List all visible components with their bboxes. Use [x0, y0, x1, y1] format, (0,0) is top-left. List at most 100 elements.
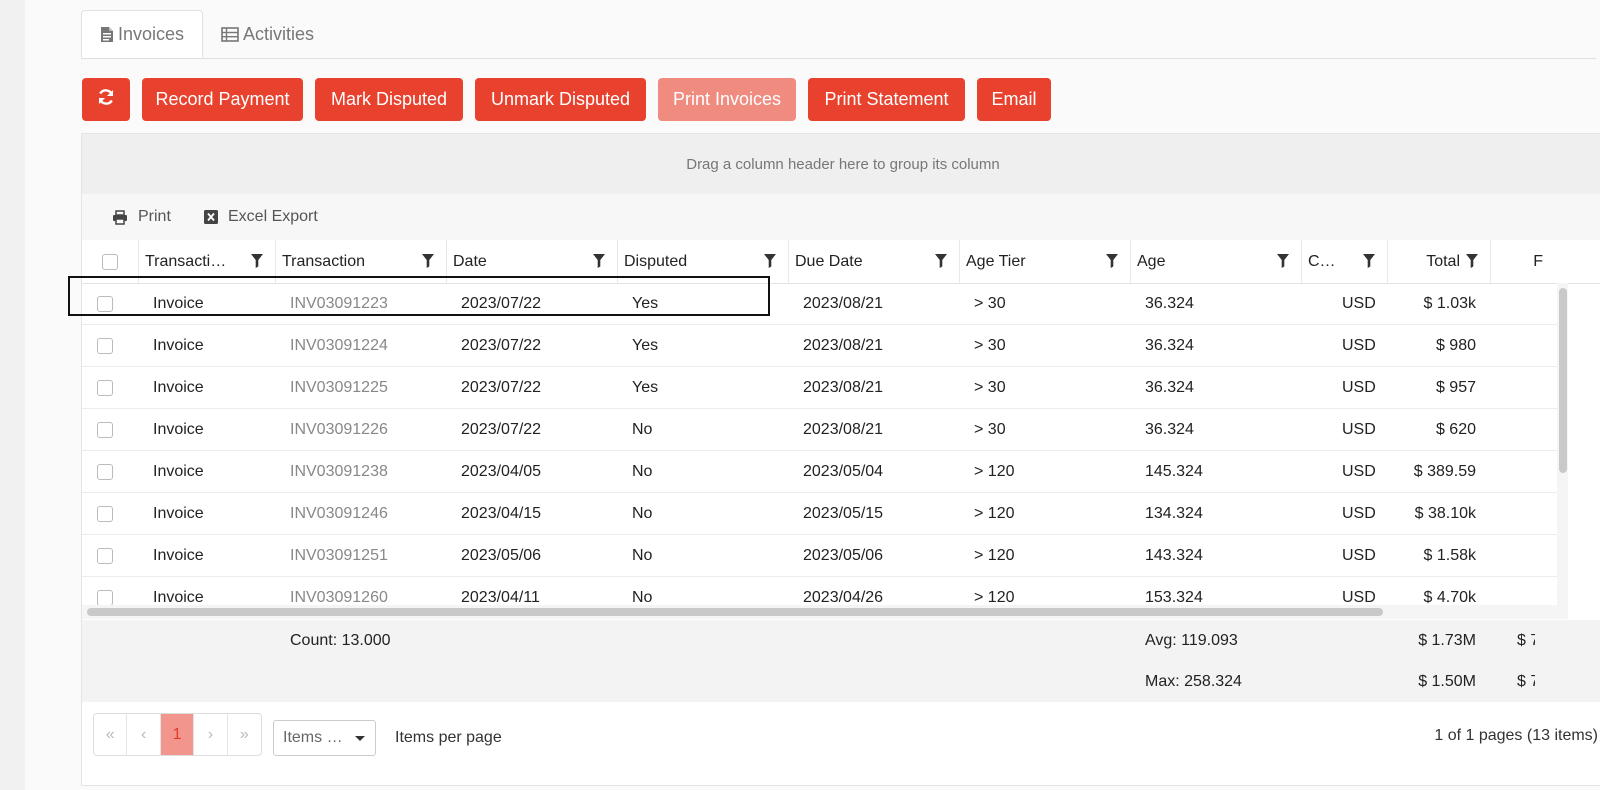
column-header-age[interactable]: Age [1131, 240, 1302, 283]
column-header-due-date[interactable]: Due Date [789, 240, 960, 283]
cell-due-date: 2023/05/06 [803, 546, 884, 564]
filter-icon[interactable] [1106, 254, 1118, 273]
cell-total: $ 1.03k [1423, 294, 1476, 312]
select-all-header [82, 240, 139, 283]
prev-page-button[interactable]: ‹ [127, 714, 161, 755]
cell-transaction-link[interactable]: INV03091251 [290, 535, 388, 576]
column-header-partial[interactable]: F [1491, 240, 1571, 283]
vertical-scrollbar[interactable] [1557, 283, 1568, 605]
column-header-currency[interactable]: C… [1302, 240, 1388, 283]
column-header-date[interactable]: Date [447, 240, 618, 283]
cell-total: $ 620 [1435, 420, 1476, 438]
vertical-scrollbar-thumb[interactable] [1559, 288, 1567, 473]
filter-icon[interactable] [1363, 254, 1375, 273]
row-checkbox[interactable] [97, 505, 113, 522]
email-button[interactable]: Email [977, 78, 1051, 121]
tab-invoices-label: Invoices [117, 23, 185, 44]
printer-icon [112, 209, 128, 225]
select-all-checkbox[interactable] [102, 253, 118, 270]
column-header-transaction[interactable]: Transaction [276, 240, 447, 283]
cell-currency: USD [1342, 336, 1376, 354]
filter-icon[interactable] [422, 254, 434, 273]
row-checkbox[interactable] [97, 589, 113, 605]
mark-disputed-button[interactable]: Mark Disputed [315, 78, 463, 121]
row-checkbox[interactable] [97, 379, 113, 396]
cell-transaction-link[interactable]: INV03091246 [290, 493, 388, 534]
summary-count: Count: 13.000 [290, 631, 391, 649]
column-header-age-tier[interactable]: Age Tier [960, 240, 1131, 283]
cell-currency: USD [1342, 546, 1376, 564]
cell-age-tier: > 30 [974, 294, 1006, 312]
column-label: Age [1137, 252, 1166, 270]
filter-icon[interactable] [1466, 254, 1478, 273]
cell-type: Invoice [153, 294, 204, 312]
filter-icon[interactable] [1277, 254, 1289, 273]
table-row[interactable]: Invoice INV03091225 2023/07/22 Yes 2023/… [82, 367, 1557, 409]
cell-age-tier: > 30 [974, 378, 1006, 396]
unmark-disputed-button[interactable]: Unmark Disputed [475, 78, 646, 121]
column-header-total[interactable]: Total [1388, 240, 1491, 283]
print-invoices-button[interactable]: Print Invoices [658, 78, 796, 121]
filter-icon[interactable] [593, 254, 605, 273]
page-1-button[interactable]: 1 [160, 714, 195, 755]
horizontal-scrollbar-thumb[interactable] [87, 608, 1383, 616]
cell-type: Invoice [153, 504, 204, 522]
cell-date: 2023/07/22 [461, 336, 542, 354]
refresh-button[interactable] [82, 78, 130, 121]
table-row[interactable]: Invoice INV03091224 2023/07/22 Yes 2023/… [82, 325, 1557, 367]
table-row[interactable]: Invoice INV03091251 2023/05/06 No 2023/0… [82, 535, 1557, 577]
file-text-icon [100, 26, 114, 43]
cell-type: Invoice [153, 546, 204, 564]
horizontal-scrollbar[interactable] [82, 605, 1568, 619]
table-row[interactable]: Invoice INV03091238 2023/04/05 No 2023/0… [82, 451, 1557, 493]
print-statement-button[interactable]: Print Statement [808, 78, 965, 121]
cell-due-date: 2023/08/21 [803, 336, 884, 354]
column-label: Disputed [624, 252, 688, 270]
tab-invoices[interactable]: Invoices [81, 10, 203, 58]
table-row[interactable]: Invoice INV03091260 2023/04/11 No 2023/0… [82, 577, 1557, 605]
column-header-transaction-type[interactable]: Transacti… [139, 240, 276, 283]
column-label: Transaction [282, 252, 365, 270]
table-row[interactable]: Invoice INV03091246 2023/04/15 No 2023/0… [82, 493, 1557, 535]
cell-transaction-link[interactable]: INV03091226 [290, 409, 388, 450]
next-page-button[interactable]: › [194, 714, 228, 755]
cell-age-tier: > 120 [974, 462, 1015, 480]
row-checkbox[interactable] [97, 295, 113, 312]
cell-date: 2023/04/11 [461, 588, 540, 606]
excel-export-button[interactable]: Excel Export [204, 194, 318, 240]
cell-transaction-link[interactable]: INV03091260 [290, 577, 388, 606]
cell-transaction-link[interactable]: INV03091225 [290, 367, 388, 408]
table-list-icon [221, 26, 239, 42]
cell-disputed: Yes [632, 378, 659, 396]
last-page-button[interactable]: » [228, 714, 261, 755]
items-per-page-select[interactable]: Items … [273, 720, 376, 756]
cell-currency: USD [1342, 294, 1376, 312]
row-checkbox[interactable] [97, 337, 113, 354]
column-header-disputed[interactable]: Disputed [618, 240, 789, 283]
first-page-button[interactable]: « [94, 714, 128, 755]
print-grid-button[interactable]: Print [112, 194, 171, 240]
summary-avg-extra: $ 7 [1517, 631, 1535, 649]
row-checkbox[interactable] [97, 421, 113, 438]
cell-total: $ 4.70k [1423, 588, 1476, 606]
cell-transaction-link[interactable]: INV03091238 [290, 451, 388, 492]
cell-total: $ 980 [1435, 336, 1476, 354]
column-label: Due Date [795, 252, 863, 270]
cell-age: 36.324 [1145, 294, 1194, 312]
cell-date: 2023/07/22 [461, 294, 542, 312]
row-checkbox[interactable] [97, 547, 113, 564]
cell-transaction-link[interactable]: INV03091223 [290, 283, 388, 324]
record-payment-button[interactable]: Record Payment [142, 78, 303, 121]
tab-activities-label: Activities [243, 23, 315, 44]
filter-icon[interactable] [251, 254, 263, 273]
table-row[interactable]: Invoice INV03091226 2023/07/22 No 2023/0… [82, 409, 1557, 451]
group-panel[interactable]: Drag a column header here to group its c… [82, 134, 1600, 195]
filter-icon[interactable] [764, 254, 776, 273]
cell-disputed: Yes [632, 336, 659, 354]
tab-activities[interactable]: Activities [221, 10, 314, 58]
row-checkbox[interactable] [97, 463, 113, 480]
pager: « ‹ 1 › » Items … Items per page 1 of 1 … [82, 702, 1600, 785]
table-row[interactable]: Invoice INV03091223 2023/07/22 Yes 2023/… [82, 283, 1557, 325]
filter-icon[interactable] [935, 254, 947, 273]
cell-transaction-link[interactable]: INV03091224 [290, 325, 388, 366]
